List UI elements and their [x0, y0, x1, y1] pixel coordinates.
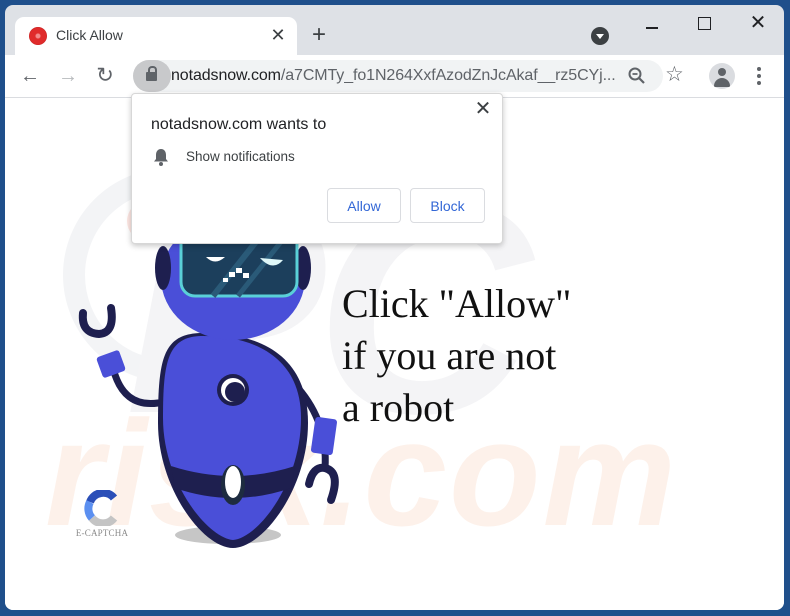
lock-icon — [146, 66, 157, 81]
permission-text: Show notifications — [186, 149, 295, 164]
tab-close-icon[interactable]: ✕ — [267, 24, 289, 46]
profile-avatar-icon[interactable] — [709, 63, 735, 89]
new-tab-button[interactable]: + — [306, 23, 332, 49]
popup-title: notadsnow.com wants to — [151, 116, 327, 133]
tab-title: Click Allow — [56, 27, 123, 43]
maximize-button[interactable] — [686, 11, 722, 37]
browser-window: Click Allow ✕ + ✕ ← → ↻ notadsnow.com/a7… — [5, 5, 784, 610]
window-close-button[interactable]: ✕ — [740, 11, 776, 37]
ecaptcha-logo: E-CAPTCHA — [72, 490, 132, 538]
block-button[interactable]: Block — [410, 188, 485, 223]
site-info-button[interactable] — [133, 60, 171, 92]
url-path: /a7CMTy_fo1N264XxfAzodZnJcAkaf__rz5CYj..… — [280, 67, 616, 84]
tab-click-allow[interactable]: Click Allow ✕ — [15, 17, 297, 55]
headline-line-3: a robot — [342, 385, 455, 430]
tab-search-icon[interactable] — [591, 27, 609, 45]
back-arrow-icon[interactable]: ← — [16, 62, 44, 90]
headline-line-1: Click "Allow" — [342, 281, 572, 326]
allow-button[interactable]: Allow — [327, 188, 401, 223]
minimize-button[interactable] — [634, 11, 670, 37]
reload-icon[interactable]: ↻ — [91, 62, 119, 90]
tab-strip: Click Allow ✕ + ✕ — [5, 5, 784, 55]
headline: Click "Allow" if you are not a robot — [342, 278, 571, 434]
bookmark-star-icon[interactable]: ☆ — [665, 64, 684, 86]
url-text[interactable]: notadsnow.com/a7CMTy_fo1N264XxfAzodZnJcA… — [171, 67, 616, 85]
headline-line-2: if you are not — [342, 333, 557, 378]
captcha-c-icon — [84, 490, 118, 526]
bell-icon — [154, 149, 168, 166]
notification-permission-popup: ✕ notadsnow.com wants to Show notificati… — [131, 93, 503, 244]
popup-close-icon[interactable]: ✕ — [472, 98, 494, 120]
browser-toolbar: ← → ↻ notadsnow.com/a7CMTy_fo1N264XxfAzo… — [5, 55, 784, 98]
zoom-out-icon[interactable] — [627, 66, 647, 86]
address-bar[interactable]: notadsnow.com/a7CMTy_fo1N264XxfAzodZnJcA… — [133, 60, 684, 92]
forward-arrow-icon[interactable]: → — [54, 62, 82, 90]
url-domain: notadsnow.com — [171, 67, 281, 84]
ecaptcha-label: E-CAPTCHA — [75, 528, 129, 538]
kebab-menu-icon[interactable] — [749, 65, 769, 87]
site-favicon-icon — [29, 27, 47, 45]
